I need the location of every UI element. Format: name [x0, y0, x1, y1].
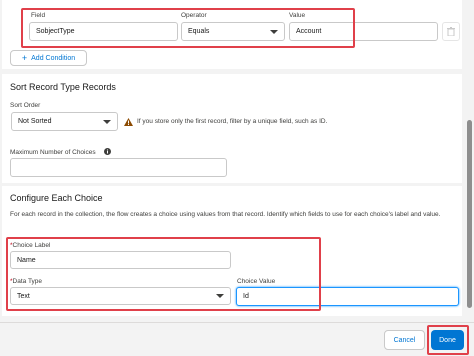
data-type-label-text: Data Type [12, 278, 43, 285]
add-condition-label: Add Condition [31, 54, 76, 62]
sort-section-title: Sort Record Type Records [10, 82, 116, 92]
choice-label-label: *Choice Label [10, 242, 50, 249]
operator-select[interactable]: Equals [181, 22, 285, 41]
data-type-label: *Data Type [10, 278, 42, 285]
data-type-select[interactable]: Text [10, 287, 231, 305]
cancel-button-label: Cancel [393, 336, 416, 344]
delete-condition-button[interactable] [442, 22, 460, 41]
cancel-button[interactable]: Cancel [384, 330, 425, 350]
value-input[interactable]: Account [289, 22, 438, 41]
add-condition-button[interactable]: + Add Condition [10, 50, 87, 66]
choice-description: For each record in the collection, the f… [10, 211, 441, 218]
warning-icon [124, 118, 133, 126]
sort-hint-text: If you store only the first record, filt… [137, 118, 328, 125]
choice-label-input[interactable]: Name [10, 251, 231, 269]
done-button[interactable]: Done [431, 330, 464, 350]
sort-order-value: Not Sorted [18, 118, 52, 125]
choice-value-value: Id [243, 293, 249, 300]
value-input-value: Account [296, 28, 322, 35]
field-label: Field [31, 12, 46, 19]
done-button-label: Done [439, 336, 456, 344]
choice-value-input[interactable]: Id [236, 287, 459, 306]
field-input-value: SobjectType [36, 28, 75, 35]
choice-label-value: Name [17, 256, 36, 264]
operator-select-value: Equals [188, 28, 210, 35]
value-label: Value [289, 12, 306, 19]
plus-icon: + [21, 52, 28, 63]
choice-value-label: Choice Value [237, 278, 276, 285]
scrollbar-track[interactable] [465, 0, 474, 322]
operator-label: Operator [181, 12, 207, 19]
max-choices-label: Maximum Number of Choices [10, 149, 96, 156]
trash-icon [447, 27, 455, 36]
max-choices-input[interactable] [10, 158, 227, 177]
sort-order-label: Sort Order [10, 102, 41, 109]
choice-label-label-text: Choice Label [12, 242, 51, 249]
choice-section-title: Configure Each Choice [10, 193, 103, 203]
field-input[interactable]: SobjectType [29, 22, 178, 41]
sort-order-select[interactable]: Not Sorted [11, 112, 118, 131]
data-type-value: Text [17, 292, 30, 300]
info-icon[interactable] [104, 148, 111, 155]
scrollbar-thumb[interactable] [467, 120, 472, 308]
